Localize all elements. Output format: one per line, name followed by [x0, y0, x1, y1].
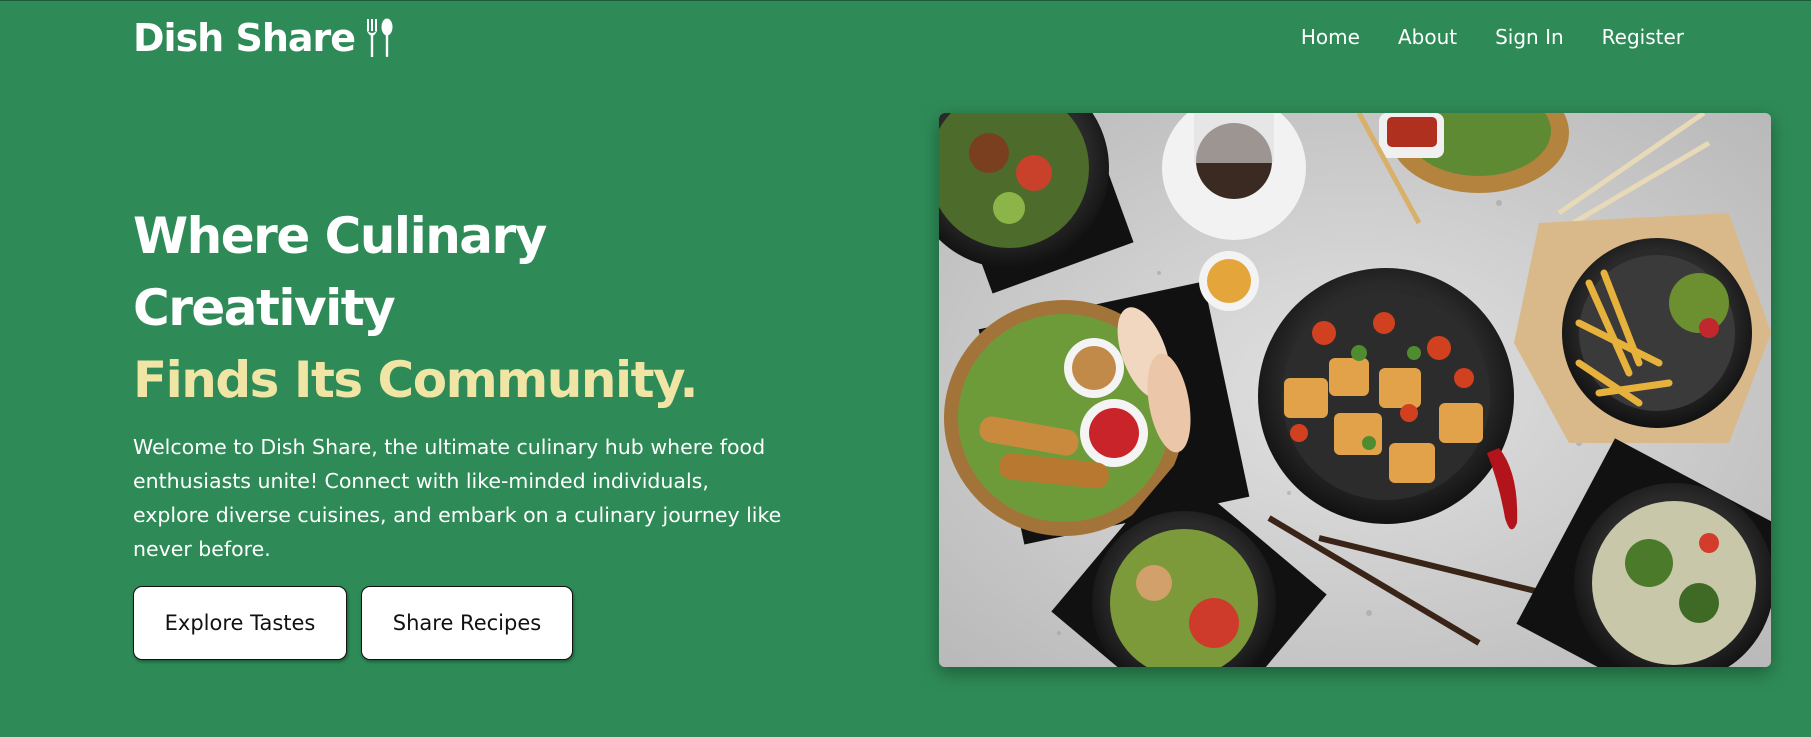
nav-register[interactable]: Register: [1602, 25, 1684, 49]
main-nav: Home About Sign In Register: [1301, 25, 1684, 49]
nav-home[interactable]: Home: [1301, 25, 1360, 49]
hero-section: Where Culinary Creativity Finds Its Comm…: [133, 200, 813, 660]
hero-actions: Explore Tastes Share Recipes: [133, 586, 813, 660]
nav-about[interactable]: About: [1398, 25, 1457, 49]
share-recipes-button[interactable]: Share Recipes: [361, 586, 573, 660]
hero-title-line2: Finds Its Community.: [133, 351, 699, 409]
brand-logo[interactable]: Dish Share: [133, 16, 395, 60]
nav-sign-in[interactable]: Sign In: [1495, 25, 1564, 49]
food-spread-illustration: [939, 113, 1771, 667]
hero-title: Where Culinary Creativity Finds Its Comm…: [133, 200, 813, 416]
top-border: [0, 0, 1811, 1]
fork-spoon-icon: [367, 18, 393, 57]
explore-tastes-button[interactable]: Explore Tastes: [133, 586, 347, 660]
hero-description: Welcome to Dish Share, the ultimate culi…: [133, 435, 782, 561]
hero-title-line1: Where Culinary Creativity: [133, 207, 547, 337]
brand-name: Dish Share: [133, 16, 356, 60]
food-spread-image: [939, 113, 1771, 667]
